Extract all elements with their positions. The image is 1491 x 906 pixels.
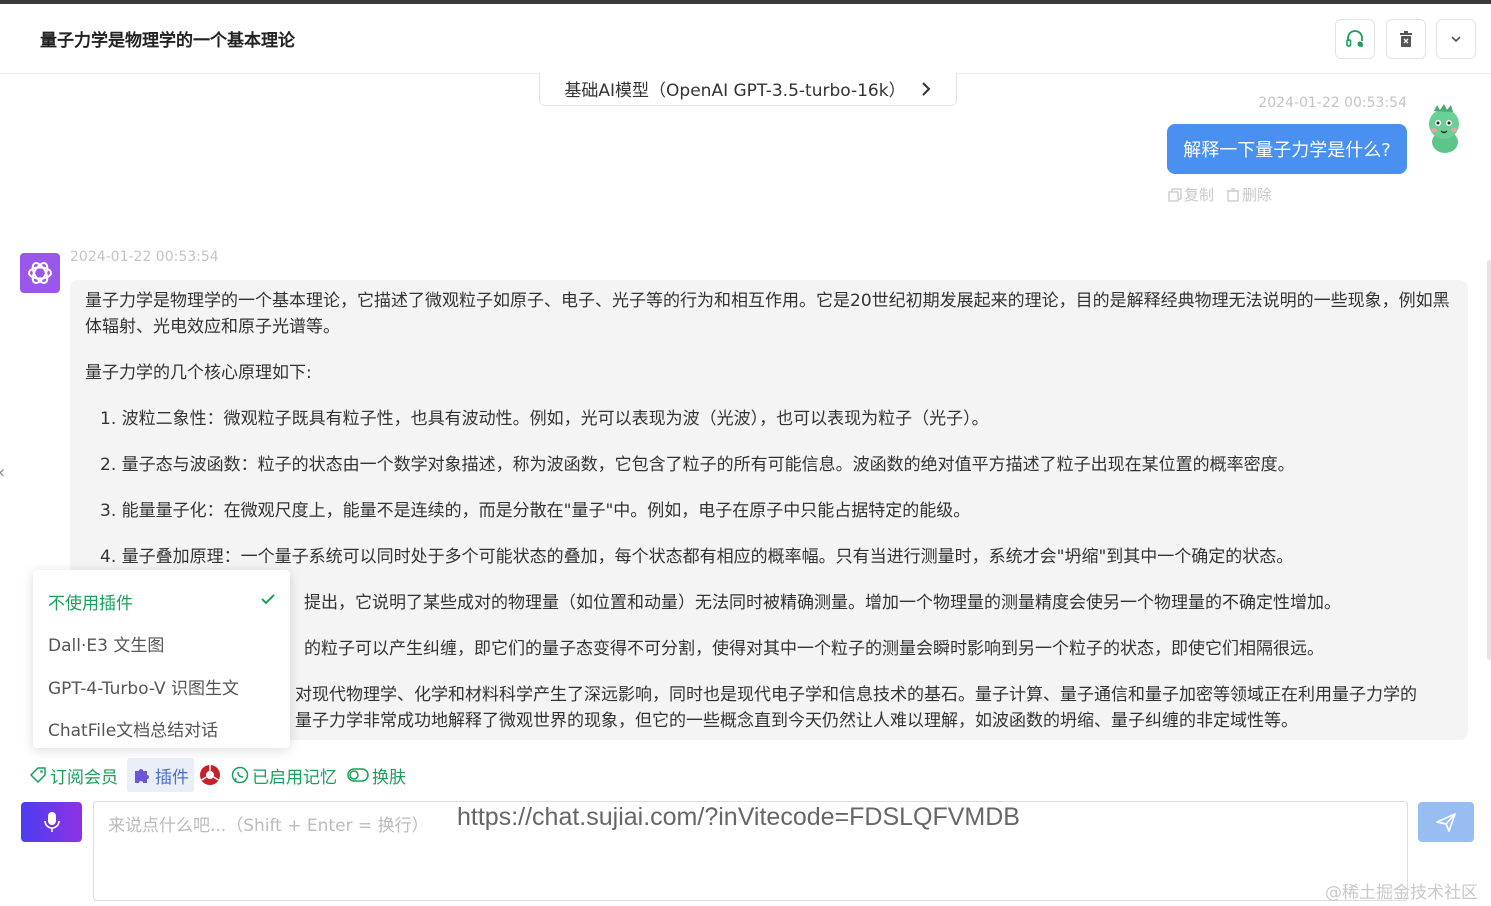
puzzle-icon [135, 769, 149, 783]
send-icon [1436, 813, 1456, 832]
plugin-option-gpt4v[interactable]: GPT-4-Turbo-V 识图生文 [33, 665, 290, 708]
user-message-actions: 复制 删除 [1168, 184, 1272, 205]
plugin-dropdown-menu: 不使用插件 Dall·E3 文生图 GPT-4-Turbo-V 识图生文 Cha… [33, 570, 290, 748]
input-toolbar: 订阅会员 插件 已启用记忆 换肤 [24, 758, 411, 792]
headset-button[interactable] [1335, 19, 1375, 59]
invite-link-text: https://chat.sujiai.com/?inVitecode=FDSL… [457, 803, 1020, 831]
chat-bubble-icon [231, 766, 249, 784]
scrollbar[interactable] [1487, 260, 1491, 660]
chat-title: 量子力学是物理学的一个基本理论 [40, 31, 295, 51]
trash-icon [1400, 31, 1412, 47]
toggle-icon [347, 768, 369, 782]
bot-message-timestamp: 2024-01-22 00:53:54 [70, 249, 219, 265]
subscribe-button[interactable]: 订阅会员 [24, 758, 123, 792]
plugin-logo-icon [200, 765, 220, 785]
model-label: 基础AI模型（OpenAI GPT-3.5-turbo-16k） [564, 81, 906, 101]
chrome-plugin-icon-button[interactable] [194, 758, 226, 792]
closing-line: 量子力学非常成功地解释了微观世界的现象，但它的一些概念直到今天仍然让人难以理解，… [295, 711, 1298, 731]
principles-list: 1. 波粒二象性：微观粒子既具有粒子性，也具有波动性。例如，光可以表现为波（光波… [85, 406, 1454, 662]
openai-logo-icon [28, 262, 52, 284]
delete-message-button[interactable]: 删除 [1226, 184, 1272, 205]
memory-toggle[interactable]: 已启用记忆 [226, 758, 342, 792]
list-item: 4. 量子叠加原理：一个量子系统可以同时处于多个可能状态的叠加，每个状态都有相应… [100, 547, 1294, 567]
plugin-option-label: 不使用插件 [48, 593, 133, 614]
closing-line: 对现代物理学、化学和材料科学产生了深远影响，同时也是现代电子学和信息技术的基石。… [295, 685, 1417, 705]
plugin-option-none[interactable]: 不使用插件 [33, 580, 290, 623]
chevron-right-icon [921, 81, 931, 96]
plugin-option-label: ChatFile文档总结对话 [48, 721, 219, 742]
plugin-option-label: Dall·E3 文生图 [48, 636, 165, 657]
memory-label: 已启用记忆 [252, 767, 337, 788]
list-item: 3. 能量量子化：在微观尺度上，能量不是连续的，而是分散在"量子"中。例如，电子… [100, 501, 971, 521]
delete-label: 删除 [1242, 186, 1273, 204]
skin-toggle[interactable]: 换肤 [342, 758, 411, 792]
more-options-button[interactable] [1436, 19, 1476, 59]
plugin-button[interactable]: 插件 [127, 758, 194, 792]
list-item: 2. 量子态与波函数：粒子的状态由一个数学对象描述，称为波函数，它包含了粒子的所… [100, 455, 1295, 475]
copy-button[interactable]: 复制 [1168, 184, 1214, 205]
plugin-option-label: GPT-4-Turbo-V 识图生文 [48, 678, 240, 699]
user-message-text: 解释一下量子力学是什么? [1183, 140, 1391, 161]
copy-label: 复制 [1184, 186, 1215, 204]
chat-header: 量子力学是物理学的一个基本理论 [0, 4, 1491, 74]
collapse-sidebar-icon[interactable]: ‹ [0, 462, 5, 483]
list-item: 的粒子可以产生纠缠，即它们的量子态变得不可分割，使得对其中一个粒子的测量会瞬时影… [304, 639, 1324, 659]
voice-input-button[interactable] [21, 802, 82, 842]
plugin-label: 插件 [155, 767, 189, 788]
copy-icon [1168, 187, 1182, 202]
bot-avatar [20, 253, 60, 293]
microphone-icon [43, 812, 60, 832]
check-icon [261, 594, 275, 605]
delete-icon [1227, 187, 1240, 202]
principles-heading: 量子力学的几个核心原理如下: [85, 363, 312, 383]
bot-intro-paragraph: 量子力学是物理学的一个基本理论，它描述了微观粒子如原子、电子、光子等的行为和相互… [85, 291, 1450, 337]
tag-icon [29, 767, 46, 784]
list-item: 1. 波粒二象性：微观粒子既具有粒子性，也具有波动性。例如，光可以表现为波（光波… [100, 409, 989, 429]
input-placeholder: 来说点什么吧...（Shift + Enter = 换行） [108, 816, 429, 836]
skin-label: 换肤 [372, 767, 406, 788]
plugin-option-dalle3[interactable]: Dall·E3 文生图 [33, 623, 290, 666]
chevron-down-icon [1451, 36, 1461, 43]
watermark: @稀土掘金技术社区 [1325, 883, 1478, 903]
list-item: 提出，它说明了某些成对的物理量（如位置和动量）无法同时被精确测量。增加一个物理量… [304, 593, 1341, 613]
subscribe-label: 订阅会员 [50, 767, 118, 788]
user-message-bubble: 解释一下量子力学是什么? [1167, 124, 1407, 174]
plugin-option-chatfile[interactable]: ChatFile文档总结对话 [33, 708, 290, 751]
user-avatar [1429, 104, 1459, 153]
user-message-timestamp: 2024-01-22 00:53:54 [1258, 95, 1407, 111]
send-button[interactable] [1418, 802, 1474, 842]
delete-chat-button[interactable] [1386, 19, 1426, 59]
model-selector[interactable]: 基础AI模型（OpenAI GPT-3.5-turbo-16k） [539, 72, 957, 106]
headset-icon [1346, 30, 1363, 47]
